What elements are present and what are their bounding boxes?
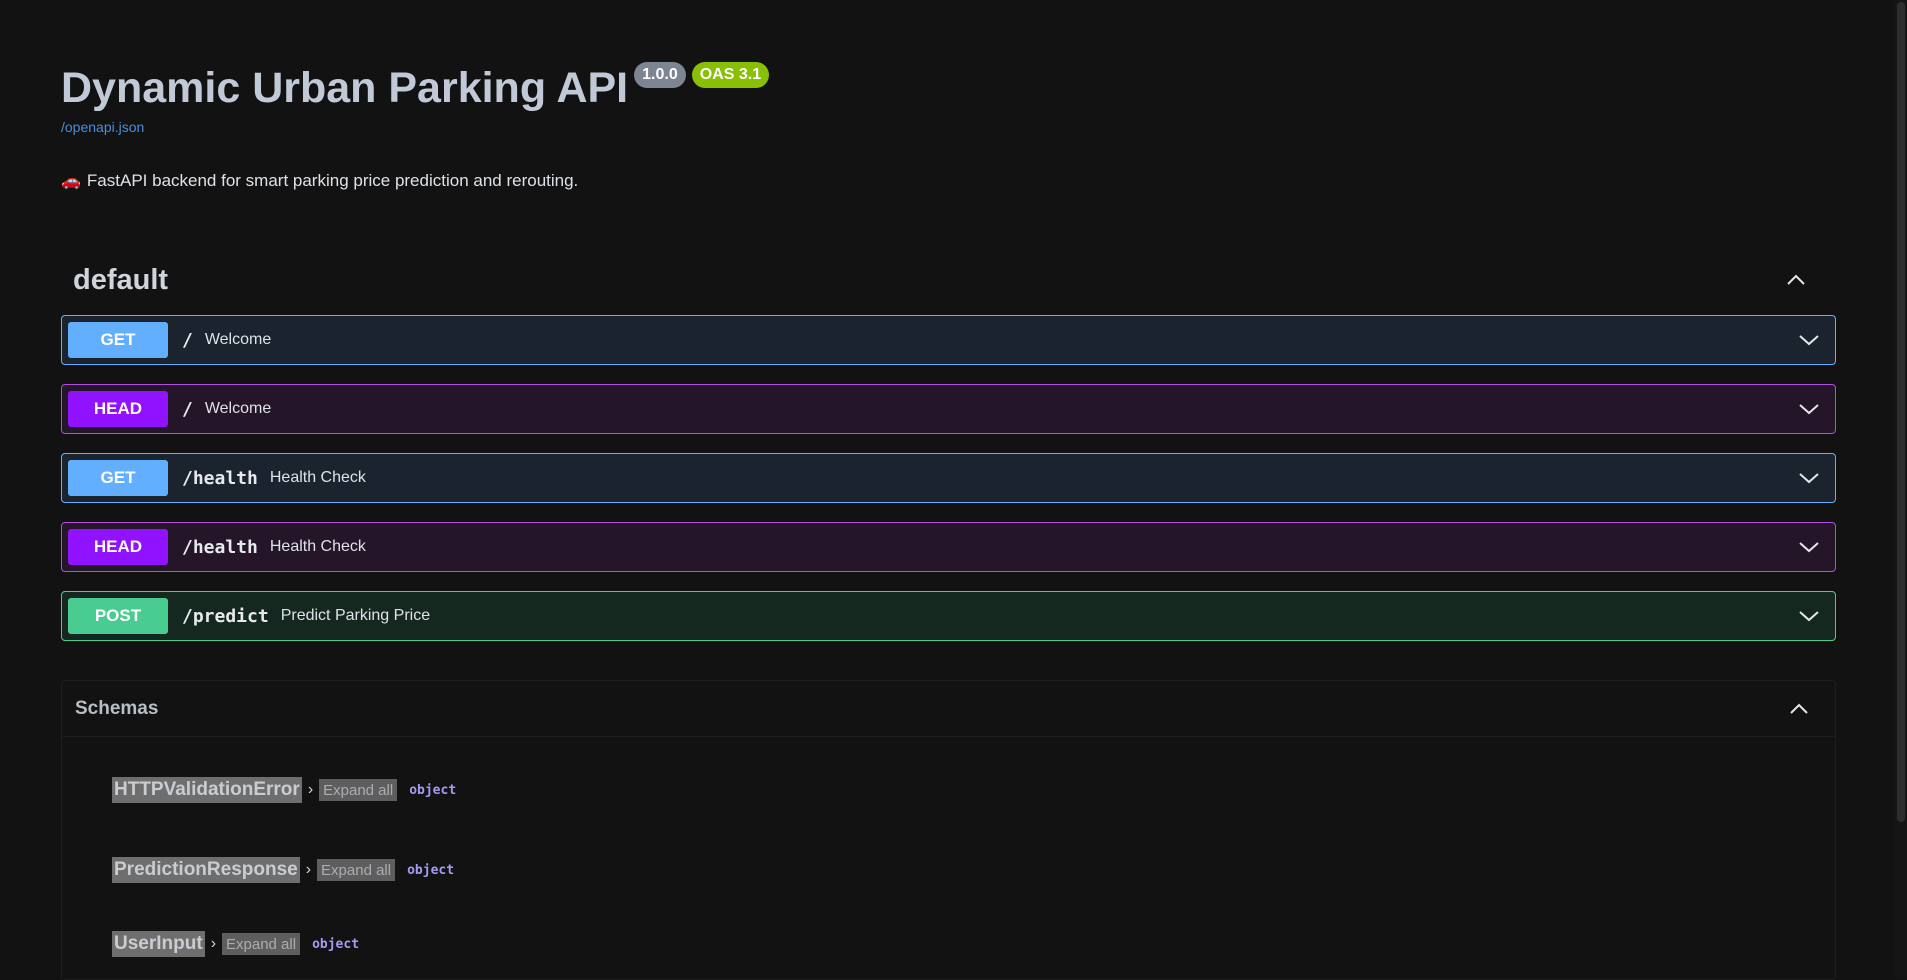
model-type: object (407, 862, 455, 878)
model-name[interactable]: PredictionResponse (112, 857, 300, 883)
api-info: Dynamic Urban Parking API 1.0.0 OAS 3.1 … (61, 0, 1836, 191)
operation-summary: Health Check (269, 469, 366, 486)
page-title: Dynamic Urban Parking API (61, 64, 629, 112)
expand-all-button[interactable]: Expand all (222, 933, 301, 955)
chevron-right-icon[interactable]: › (306, 861, 311, 879)
swagger-ui-container: Dynamic Urban Parking API 1.0.0 OAS 3.1 … (61, 0, 1836, 980)
operation-get-health[interactable]: GET /health Health Check (61, 453, 1836, 503)
operation-get-root[interactable]: GET / Welcome (61, 315, 1836, 365)
operation-path: /health (182, 536, 258, 558)
car-icon: 🚗 (61, 173, 81, 190)
operation-path: / (182, 329, 193, 351)
method-badge: GET (68, 322, 168, 358)
tag-section-default[interactable]: default (61, 259, 1836, 301)
model-name[interactable]: UserInput (112, 931, 205, 957)
operation-post-predict[interactable]: POST /predict Predict Parking Price (61, 591, 1836, 641)
tag-name[interactable]: default (73, 264, 168, 297)
operation-summary: Welcome (204, 400, 272, 417)
chevron-down-icon[interactable] (1797, 397, 1821, 421)
description-text: FastAPI backend for smart parking price … (86, 171, 579, 190)
operation-summary: Predict Parking Price (280, 607, 431, 624)
model-name[interactable]: HTTPValidationError (112, 777, 302, 803)
model-type: object (312, 936, 360, 952)
chevron-up-icon[interactable] (1787, 697, 1811, 721)
oas-badge: OAS 3.1 (691, 62, 770, 88)
scrollbar-track[interactable] (1895, 0, 1907, 977)
schema-model-row[interactable]: HTTPValidationError › Expand all object (112, 777, 1835, 803)
scrollbar-thumb[interactable] (1897, 2, 1905, 822)
schemas-header[interactable]: Schemas (62, 681, 1835, 737)
schema-model-row[interactable]: UserInput › Expand all object (112, 931, 1835, 957)
expand-all-button[interactable]: Expand all (319, 779, 398, 801)
operation-summary: Welcome (204, 331, 272, 348)
method-badge: HEAD (68, 529, 168, 565)
api-description: 🚗 FastAPI backend for smart parking price… (61, 171, 1836, 191)
openapi-json-link[interactable]: /openapi.json (61, 119, 1836, 135)
chevron-right-icon[interactable]: › (308, 781, 313, 799)
chevron-right-icon[interactable]: › (211, 935, 216, 953)
operation-summary: Health Check (269, 538, 366, 555)
operation-path: / (182, 398, 193, 420)
chevron-down-icon[interactable] (1797, 466, 1821, 490)
schema-model-row[interactable]: PredictionResponse › Expand all object (112, 857, 1835, 883)
chevron-up-icon[interactable] (1784, 268, 1808, 292)
model-type: object (409, 782, 457, 798)
operation-head-health[interactable]: HEAD /health Health Check (61, 522, 1836, 572)
method-badge: HEAD (68, 391, 168, 427)
method-badge: GET (68, 460, 168, 496)
chevron-down-icon[interactable] (1797, 535, 1821, 559)
operation-path: /predict (182, 605, 269, 627)
chevron-down-icon[interactable] (1797, 328, 1821, 352)
operation-path: /health (182, 467, 258, 489)
method-badge: POST (68, 598, 168, 634)
schemas-section: Schemas HTTPValidationError › Expand all… (61, 680, 1836, 980)
expand-all-button[interactable]: Expand all (317, 859, 396, 881)
operation-head-root[interactable]: HEAD / Welcome (61, 384, 1836, 434)
chevron-down-icon[interactable] (1797, 604, 1821, 628)
version-badge: 1.0.0 (634, 62, 686, 88)
operations-list: GET / Welcome HEAD / Welcome GET /health… (61, 315, 1836, 641)
schemas-title[interactable]: Schemas (75, 698, 158, 720)
